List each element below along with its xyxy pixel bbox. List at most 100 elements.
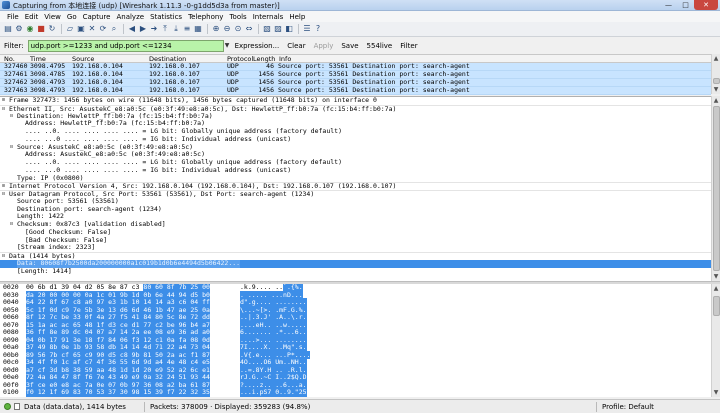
menu-help[interactable]: Help — [286, 11, 308, 22]
restart-icon[interactable]: ↻ — [47, 24, 57, 34]
detail-row[interactable]: [Length: 1414] — [0, 267, 711, 276]
menu-internals[interactable]: Internals — [250, 11, 287, 22]
help-icon[interactable]: ? — [313, 24, 323, 34]
open-icon[interactable]: ▱ — [65, 24, 75, 34]
menu-file[interactable]: File — [4, 11, 22, 22]
zoom-in-icon[interactable]: ⊕ — [211, 24, 221, 34]
expand-icon[interactable]: ⊞ — [2, 97, 8, 105]
save-icon[interactable]: ▣ — [76, 24, 86, 34]
cell-no: 327460 — [4, 62, 28, 70]
menu-edit[interactable]: Edit — [22, 11, 42, 22]
menu-view[interactable]: View — [41, 11, 64, 22]
details-scrollbar[interactable]: ▲ ▼ — [711, 96, 720, 281]
scroll-down-icon[interactable]: ▼ — [712, 272, 720, 281]
detail-row[interactable]: [Stream index: 2323] — [0, 243, 711, 252]
options-icon[interactable]: ⚙ — [14, 24, 24, 34]
menu-capture[interactable]: Capture — [80, 11, 114, 22]
chevron-down-icon[interactable]: ▼ — [224, 40, 231, 52]
scroll-thumb[interactable] — [713, 296, 720, 316]
close-button[interactable]: ✕ — [694, 0, 718, 10]
cell-info: Source port: 53561 Destination port: sea… — [278, 86, 470, 94]
hex-highlighted: 37 49 8b 0e 1b 93 58 db 14 14 4d 71 22 a… — [26, 343, 210, 351]
detail-row[interactable]: ⊞ Frame 327473: 1456 bytes on wire (11648… — [0, 97, 711, 105]
zoom-out-icon[interactable]: ⊖ — [222, 24, 232, 34]
close-file-icon[interactable]: ✕ — [87, 24, 97, 34]
find-icon[interactable]: ⌕ — [109, 24, 119, 34]
status-profile[interactable]: Profile: Default — [602, 403, 654, 411]
menu-telephony[interactable]: Telephony — [185, 11, 226, 22]
detail-row[interactable]: Destination port: search-agent (1234) — [0, 205, 711, 214]
coloring-rules-icon[interactable]: ◧ — [284, 24, 294, 34]
colorize-icon[interactable]: ▦ — [193, 24, 203, 34]
bytes-scrollbar[interactable]: ▲ ▼ — [711, 284, 720, 397]
forward-icon[interactable]: ▶ — [138, 24, 148, 34]
ascii-highlighted: 7I....X. ..Mq".s. — [240, 343, 307, 351]
scroll-down-icon[interactable]: ▼ — [712, 388, 720, 397]
menu-analyze[interactable]: Analyze — [113, 11, 147, 22]
expert-info-status-icon[interactable] — [4, 403, 11, 410]
detail-row[interactable]: ⊞ Internet Protocol Version 4, Src: 192.1… — [0, 182, 711, 190]
display-filter-input[interactable] — [27, 39, 224, 52]
autoscroll-icon[interactable]: ≡ — [182, 24, 192, 34]
cell-destination: 192.168.0.107 — [149, 70, 200, 78]
filter-toolbar: Filter: ▼ Expression... Clear Apply Save… — [0, 38, 720, 53]
status-divider — [144, 402, 145, 412]
back-icon[interactable]: ◀ — [127, 24, 137, 34]
maximize-button[interactable]: □ — [677, 0, 694, 10]
cell-destination: 192.168.0.107 — [149, 62, 200, 70]
scroll-thumb[interactable] — [713, 106, 720, 271]
menu-statistics[interactable]: Statistics — [147, 11, 185, 22]
capture-comment-icon[interactable] — [14, 403, 20, 410]
goto-icon[interactable]: ➜ — [149, 24, 159, 34]
clear-button[interactable]: Clear — [287, 42, 305, 50]
reload-icon[interactable]: ⟳ — [98, 24, 108, 34]
hex-highlighted: fa 6e ed 17 06 98 ea ec 89 7c 26 73 e9 b… — [26, 395, 210, 397]
hex-highlighted: 72 4a 84 47 8f f6 7e 43 49 e9 0a 32 24 5… — [26, 373, 210, 381]
capture-filter-icon[interactable]: ▧ — [262, 24, 272, 34]
scroll-up-icon[interactable]: ▲ — [712, 284, 720, 293]
display-filter-icon[interactable]: ▨ — [273, 24, 283, 34]
menu-tools[interactable]: Tools — [226, 11, 249, 22]
menu-go[interactable]: Go — [64, 11, 80, 22]
scroll-thumb[interactable] — [713, 78, 720, 84]
scroll-up-icon[interactable]: ▲ — [712, 54, 720, 63]
collapse-icon[interactable]: ⊟ — [10, 113, 16, 121]
packet-bytes-pane[interactable]: 0020 00 6b d1 39 04 d2 05 8e 87 c3 80 60 … — [0, 284, 711, 397]
last-icon[interactable]: ⤓ — [171, 24, 181, 34]
detail-row[interactable]: [Bad Checksum: False] — [0, 236, 711, 245]
cell-length: 1456 — [258, 78, 274, 86]
first-icon[interactable]: ⤒ — [160, 24, 170, 34]
ascii-highlighted: ...i.pS7 0..9."25 — [240, 388, 307, 396]
byte-offset: 0110 — [3, 396, 19, 397]
cell-time: 3098.4785 — [30, 70, 66, 78]
start-icon[interactable]: ◉ — [25, 24, 35, 34]
saved-filter-filter-button[interactable]: Filter — [400, 42, 417, 50]
stop-icon[interactable]: ■ — [36, 24, 46, 34]
detail-row[interactable]: .... ...0 .... .... .... .... = IG bit: … — [0, 166, 711, 175]
window-title: Capturing from 本地连接 (udp) [Wireshark 1.1… — [13, 2, 280, 10]
interfaces-icon[interactable]: ▤ — [3, 24, 13, 34]
bytes-row[interactable]: 0110 fa 6e ed 17 06 98 ea ec 89 7c 26 73 … — [0, 395, 711, 397]
minimize-button[interactable]: — — [660, 0, 677, 10]
packet-list-pane[interactable]: No. Time Source Destination Protocol Len… — [0, 54, 711, 95]
collapse-icon[interactable]: ⊟ — [10, 221, 16, 229]
packet-details-pane[interactable]: ⊞ Frame 327473: 1456 bytes on wire (11648… — [0, 96, 711, 281]
preferences-icon[interactable]: ☰ — [302, 24, 312, 34]
ascii-highlighted: rJ.G..~C I..2$Q.D — [240, 373, 307, 381]
saved-filter-554live-button[interactable]: 554live — [367, 42, 393, 50]
packet-row[interactable]: 327463 3098.4793 192.168.0.104 192.168.0.10… — [0, 87, 711, 95]
resize-columns-icon[interactable]: ⇔ — [244, 24, 254, 34]
packet-list-scrollbar[interactable]: ▲ ▼ — [711, 54, 720, 94]
expression-button[interactable]: Expression... — [235, 42, 280, 50]
scroll-down-icon[interactable]: ▼ — [712, 85, 720, 94]
hex-plain: 00 6b d1 39 04 d2 05 8e 87 c3 — [26, 284, 144, 291]
save-filter-button[interactable]: Save — [341, 42, 358, 50]
collapse-icon[interactable]: ⊟ — [10, 144, 16, 152]
scroll-up-icon[interactable]: ▲ — [712, 96, 720, 105]
normal-size-icon[interactable]: ⊙ — [233, 24, 243, 34]
hex-highlighted: 64 22 8f 67 c8 a0 97 e3 1b 10 14 14 a3 c… — [26, 298, 210, 306]
detail-row[interactable]: Type: IP (0x0800) — [0, 174, 711, 183]
title-bar: Capturing from 本地连接 (udp) [Wireshark 1.1… — [0, 0, 720, 11]
apply-button[interactable]: Apply — [314, 42, 334, 50]
detail-row[interactable]: Data: 80608f7b2500da200000000a1c019b1d0b… — [0, 259, 711, 268]
